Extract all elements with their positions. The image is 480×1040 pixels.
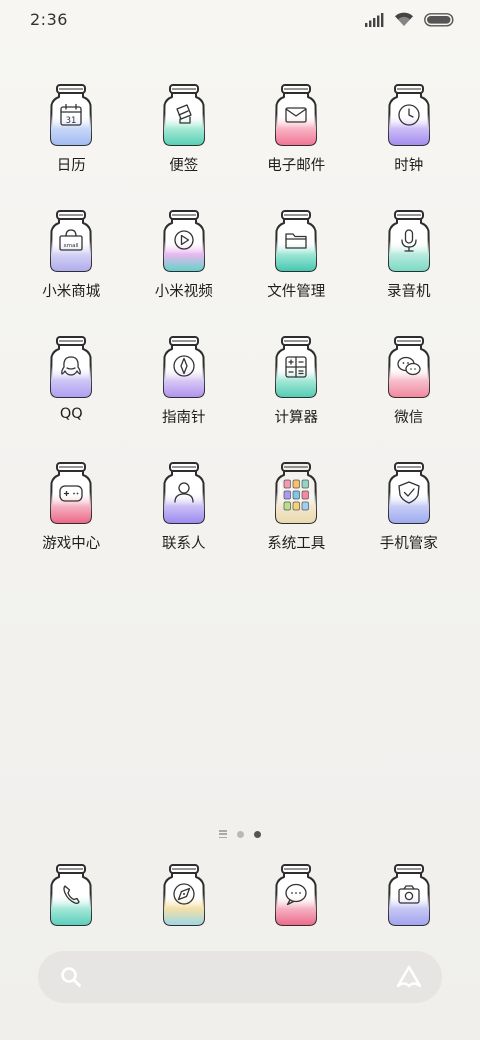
browser-compass-icon[interactable] [160,862,208,928]
app-label: 文件管理 [267,284,326,300]
svg-text:31: 31 [66,116,77,126]
app-label: 微信 [394,410,424,426]
app-label: 小米视频 [154,284,213,300]
gamepad-icon[interactable] [47,460,95,526]
dock-app-camera[interactable] [353,862,466,928]
app-contact[interactable]: 联系人 [128,460,241,586]
app-label: 系统工具 [267,536,326,552]
app-folder[interactable]: 文件管理 [240,208,353,334]
app-wechat[interactable]: 微信 [353,334,466,460]
contact-icon[interactable] [160,460,208,526]
app-label: 游戏中心 [42,536,101,552]
compass-icon[interactable] [160,334,208,400]
search-icon[interactable] [60,966,82,992]
phone-icon[interactable] [47,862,95,928]
app-note[interactable]: 便签 [128,82,241,208]
search-input[interactable] [96,963,380,993]
page-dot-active[interactable] [254,830,261,838]
app-calculator[interactable]: 计算器 [240,334,353,460]
qq-penguin-icon[interactable] [47,334,95,400]
status-bar: 2:36 [0,0,480,40]
dock-app-message[interactable] [240,862,353,928]
app-video[interactable]: 小米视频 [128,208,241,334]
svg-text:xmall: xmall [64,243,80,249]
note-icon[interactable] [160,82,208,148]
app-clock[interactable]: 时钟 [353,82,466,208]
app-mall[interactable]: xmall 小米商城 [15,208,128,334]
app-label: 联系人 [162,536,206,552]
page-indicator [0,830,480,838]
camera-icon[interactable] [385,862,433,928]
search-bar[interactable] [38,951,442,1003]
app-folder-system-tools[interactable]: 系统工具 [240,460,353,586]
signal-icon [364,12,384,27]
dock [15,862,465,928]
app-microphone[interactable]: 录音机 [353,208,466,334]
assistant-icon[interactable] [396,965,422,993]
calendar-icon[interactable]: 31 [47,82,95,148]
shield-icon[interactable] [385,460,433,526]
dock-app-browser-compass[interactable] [128,862,241,928]
video-icon[interactable] [160,208,208,274]
app-label: 录音机 [387,284,431,300]
folder-system-tools-icon[interactable] [272,460,320,526]
app-label: 时钟 [394,158,424,174]
app-label: 指南针 [162,410,206,426]
app-compass[interactable]: 指南针 [128,334,241,460]
app-grid: 31 日历 便签 电子邮件 时钟 xmall 小米商城 小米视频 文件管理 录音… [15,82,465,586]
app-gamepad[interactable]: 游戏中心 [15,460,128,586]
mall-icon[interactable]: xmall [47,208,95,274]
list-page-indicator-icon[interactable] [219,830,227,838]
wechat-icon[interactable] [385,334,433,400]
app-label: 计算器 [274,410,319,426]
message-icon[interactable] [272,862,320,928]
calculator-icon[interactable] [272,334,320,400]
app-label: 电子邮件 [267,158,326,174]
app-label: 小米商城 [42,284,101,300]
dock-app-phone[interactable] [15,862,128,928]
wifi-icon [394,12,414,27]
app-label: QQ [59,406,83,422]
microphone-icon[interactable] [385,208,433,274]
status-time: 2:36 [30,10,68,29]
folder-icon[interactable] [272,208,320,274]
battery-icon [424,12,454,27]
page-dot[interactable] [237,830,244,838]
app-label: 日历 [56,158,86,174]
app-label: 便签 [169,158,199,174]
mail-icon[interactable] [272,82,320,148]
app-calendar[interactable]: 31 日历 [15,82,128,208]
app-shield[interactable]: 手机管家 [353,460,466,586]
clock-icon[interactable] [385,82,433,148]
app-qq-penguin[interactable]: QQ [15,334,128,460]
app-mail[interactable]: 电子邮件 [240,82,353,208]
app-label: 手机管家 [379,536,438,552]
